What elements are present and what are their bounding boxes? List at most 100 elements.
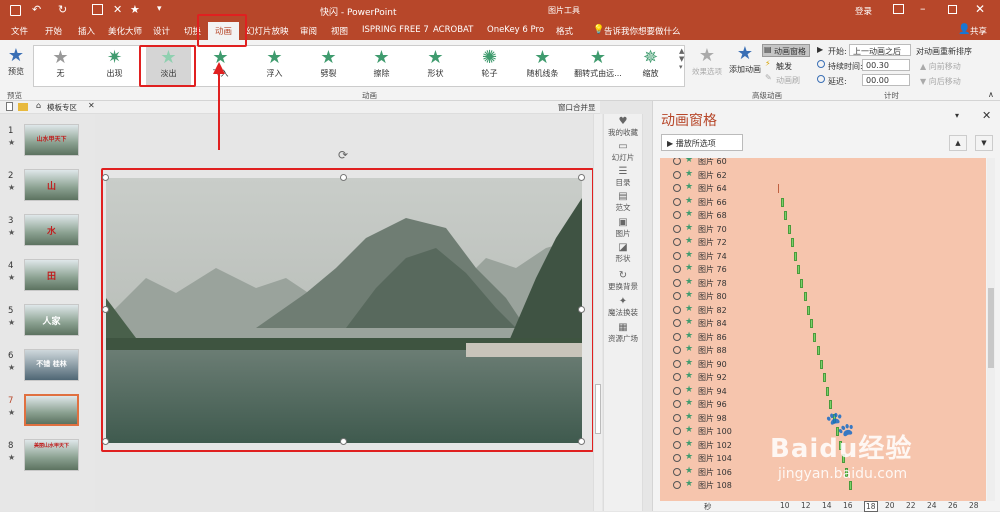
add-animation-button[interactable]: ★ 添加动画	[728, 44, 762, 75]
animation-item[interactable]: ★ 图片 96	[660, 398, 986, 412]
play-selected-button[interactable]: ▶ 播放所选项	[661, 134, 743, 151]
animation-list-scroll-thumb[interactable]	[988, 288, 994, 368]
tab-file[interactable]: 文件	[11, 25, 28, 37]
slide-thumb-8[interactable]: 8 ★ 美丽山水甲天下	[0, 439, 95, 475]
effect-grow-turn[interactable]: ★ 翻转式由远...	[572, 47, 624, 85]
effect-appear[interactable]: ✷ 出现	[92, 47, 137, 85]
effect-none[interactable]: ★ 无	[38, 47, 83, 85]
delay-field[interactable]: 00.00	[862, 74, 910, 86]
tab-view[interactable]: 视图	[331, 25, 348, 37]
tab-format[interactable]: 格式	[556, 25, 573, 37]
slide-thumb-1[interactable]: 1 ★ 山水甲天下	[0, 124, 95, 160]
start-select[interactable]: 上一动画之后	[849, 44, 911, 56]
close-icon[interactable]: ✕	[975, 2, 985, 16]
tool-samples[interactable]: ▤ 范文	[603, 191, 643, 213]
timing-bar[interactable]	[790, 238, 794, 247]
timing-bar[interactable]	[806, 305, 810, 315]
timing-bar[interactable]	[829, 400, 833, 409]
effect-shape[interactable]: ★ 形状	[413, 47, 458, 85]
pane-close-icon[interactable]: ✕	[982, 109, 991, 122]
tool-change-background[interactable]: ↻ 更换背景	[603, 270, 643, 292]
animation-item[interactable]: ★ 图片 70	[660, 223, 986, 237]
tell-me-search[interactable]: 告诉我你想要做什么	[604, 25, 681, 37]
slide-thumb-3[interactable]: 3 ★ 水	[0, 214, 95, 250]
tab-slideshow[interactable]: 幻灯片放映	[246, 25, 289, 37]
tab-onekey[interactable]: OneKey 6 Pro	[487, 25, 544, 35]
resize-handle-e[interactable]	[578, 306, 585, 313]
star-quick-icon[interactable]: ★	[130, 3, 140, 16]
timing-bar[interactable]	[800, 278, 804, 288]
tool-shapes[interactable]: ◪ 形状	[603, 242, 643, 264]
resize-handle-se[interactable]	[578, 438, 585, 445]
animation-quick-icon[interactable]: ✕	[113, 3, 122, 16]
animation-item[interactable]: ★ 图片 62	[660, 169, 986, 183]
animation-item[interactable]: ★ 图片 60	[660, 158, 986, 169]
tool-pictures[interactable]: ▣ 图片	[603, 217, 643, 239]
move-down-button[interactable]: ▼	[975, 135, 993, 151]
editor-scrollbar[interactable]	[593, 114, 602, 511]
ribbon-display-icon[interactable]	[893, 4, 904, 14]
slide-thumb-4[interactable]: 4 ★ 田	[0, 259, 95, 295]
move-up-button[interactable]: ▲	[949, 135, 967, 151]
resize-handle-s[interactable]	[340, 438, 347, 445]
timing-bar[interactable]	[810, 319, 814, 328]
timing-bar[interactable]	[826, 386, 830, 396]
tab-review[interactable]: 审阅	[300, 25, 317, 37]
tool-resource-plaza[interactable]: ▦ 资源广场	[603, 322, 643, 344]
close-template-tab-icon[interactable]: ✕	[88, 101, 95, 110]
animation-item[interactable]: ★ 图片 64	[660, 182, 986, 196]
minimize-icon[interactable]: –	[920, 2, 926, 15]
timing-bar[interactable]	[819, 359, 823, 369]
animation-item[interactable]: ★ 图片 92	[660, 371, 986, 385]
tab-home[interactable]: 开始	[45, 25, 62, 37]
slide-thumb-2[interactable]: 2 ★ 山	[0, 169, 95, 205]
move-later-button[interactable]: ▼ 向后移动	[920, 76, 961, 87]
effect-split[interactable]: ★ 劈裂	[306, 47, 351, 85]
redo-icon[interactable]: ↻	[58, 3, 67, 16]
timing-bar[interactable]	[813, 332, 817, 342]
effect-options-button[interactable]: ★ 效果选项	[690, 46, 724, 77]
new-file-icon[interactable]	[6, 102, 13, 111]
tool-slides[interactable]: ▭ 幻灯片	[603, 141, 643, 163]
tool-toc[interactable]: ☰ 目录	[603, 166, 643, 188]
home-icon[interactable]: ⌂	[36, 101, 41, 110]
timing-bar[interactable]	[803, 292, 807, 301]
template-zone-tab[interactable]: 模板专区	[47, 102, 77, 113]
timing-bar[interactable]	[778, 184, 779, 193]
tool-magic-dress[interactable]: ✦ 魔法换装	[603, 296, 643, 318]
animation-item[interactable]: ★ 图片 90	[660, 358, 986, 372]
timing-bar[interactable]	[797, 265, 801, 274]
resize-handle-w[interactable]	[102, 306, 109, 313]
animation-item[interactable]: ★ 图片 68	[660, 209, 986, 223]
undo-icon[interactable]: ↶	[32, 3, 41, 16]
resize-handle-sw[interactable]	[102, 438, 109, 445]
effect-float-in[interactable]: ★ 浮入	[252, 47, 297, 85]
slide-thumb-5[interactable]: 5 ★ 人家	[0, 304, 95, 340]
resize-handle-nw[interactable]	[102, 174, 109, 181]
timing-bar[interactable]	[816, 346, 820, 355]
timing-bar[interactable]	[787, 224, 791, 234]
animation-item[interactable]: ★ 图片 74	[660, 250, 986, 264]
rotate-handle-icon[interactable]: ⟳	[338, 148, 348, 162]
scroll-thumb[interactable]	[595, 384, 601, 434]
move-earlier-button[interactable]: ▲ 向前移动	[920, 61, 961, 72]
tab-ispring[interactable]: ISPRING FREE 7	[362, 25, 429, 35]
start-from-beginning-icon[interactable]	[92, 4, 103, 15]
animation-item[interactable]: ★ 图片 84	[660, 317, 986, 331]
customize-toolbar-icon[interactable]: ▾	[157, 4, 162, 14]
tool-favorites[interactable]: ♥ 我的收藏	[603, 116, 643, 138]
animation-item[interactable]: ★ 图片 86	[660, 331, 986, 345]
effect-zoom[interactable]: ✵ 缩放	[628, 47, 673, 85]
timing-bar[interactable]	[822, 373, 826, 382]
animation-item[interactable]: ★ 图片 76	[660, 263, 986, 277]
folder-icon[interactable]	[18, 103, 28, 111]
tab-insert[interactable]: 插入	[78, 25, 95, 37]
tab-acrobat[interactable]: ACROBAT	[433, 25, 473, 35]
animation-item[interactable]: ★ 图片 94	[660, 385, 986, 399]
timing-bar[interactable]	[784, 211, 788, 220]
animation-item[interactable]: ★ 图片 66	[660, 196, 986, 210]
effect-random-bars[interactable]: ★ 随机线条	[520, 47, 565, 85]
save-icon[interactable]	[10, 5, 21, 16]
resize-handle-n[interactable]	[340, 174, 347, 181]
share-button[interactable]: 共享	[970, 25, 987, 37]
